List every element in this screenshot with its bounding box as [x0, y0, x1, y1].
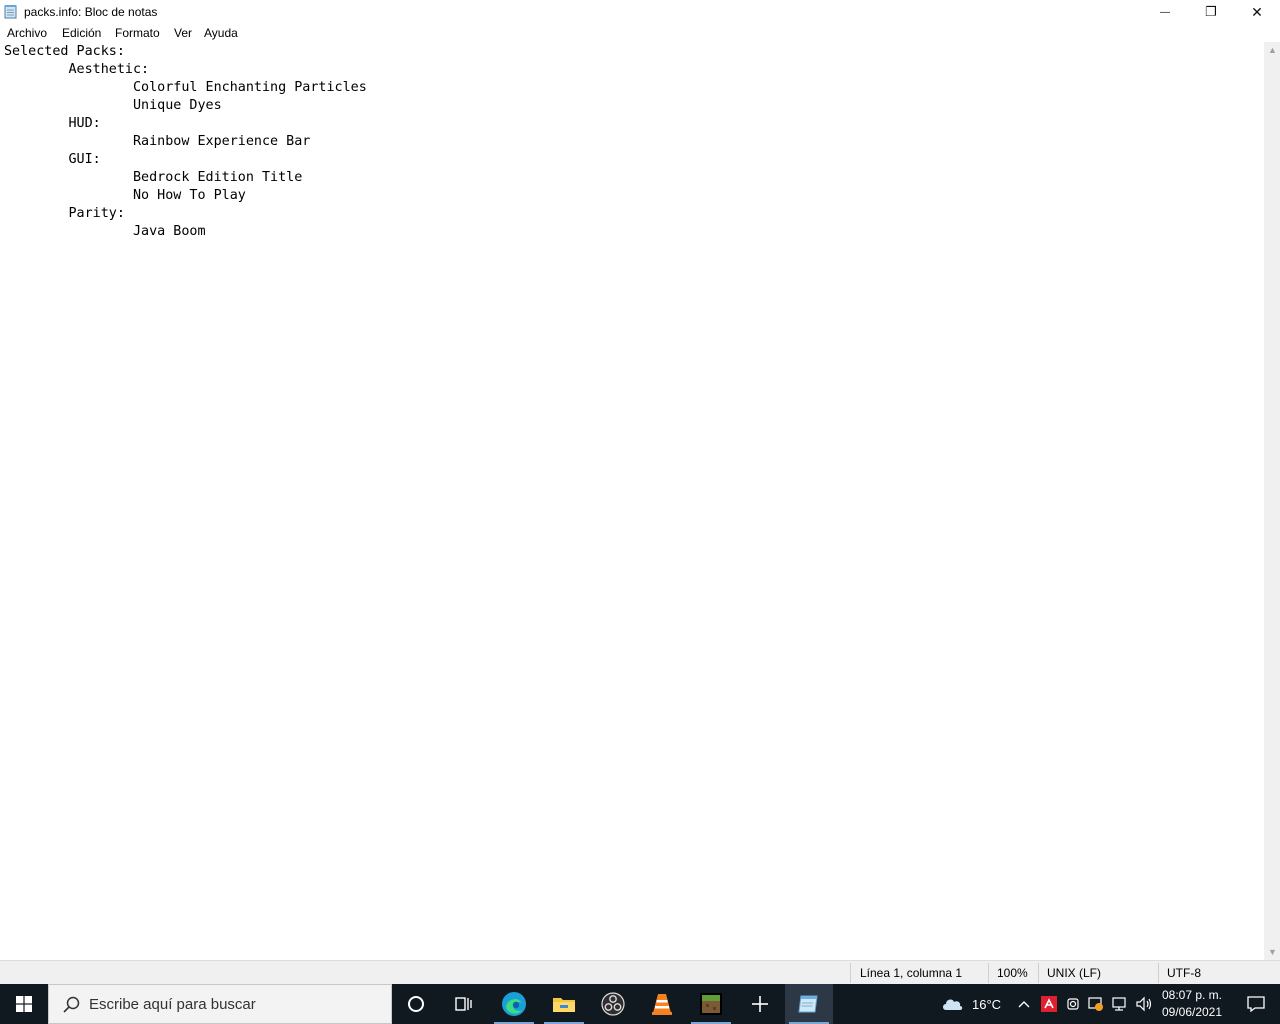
editor-line: Selected Packs:: [4, 44, 125, 59]
edge-icon: [502, 992, 526, 1016]
vertical-scrollbar[interactable]: ▲ ▼: [1264, 42, 1280, 960]
editor-line: HUD:: [4, 116, 101, 131]
tray-camera[interactable]: [1064, 984, 1082, 1024]
speaker-icon: [1136, 996, 1152, 1012]
tray-volume[interactable]: [1134, 984, 1154, 1024]
editor-line: Colorful Enchanting Particles: [4, 80, 367, 95]
cortana-button[interactable]: [392, 984, 440, 1024]
task-view-icon: [455, 997, 472, 1011]
vlc-icon: [652, 994, 672, 1015]
tray-security[interactable]: [1087, 984, 1105, 1024]
editor-line: Bedrock Edition Title: [4, 170, 303, 185]
cloud-icon: [943, 999, 963, 1010]
status-separator: [850, 963, 851, 983]
taskbar-obs[interactable]: [589, 984, 637, 1024]
editor-line: No How To Play: [4, 188, 246, 203]
add-icon: [752, 996, 768, 1012]
window-title: packs.info: Bloc de notas: [24, 5, 158, 19]
editor-line: Unique Dyes: [4, 98, 222, 113]
taskbar-clock[interactable]: 08:07 p. m. 09/06/2021: [1156, 987, 1228, 1021]
windows-logo-icon: [16, 996, 32, 1012]
search-icon: [63, 996, 80, 1013]
editor-line: Java Boom: [4, 224, 206, 239]
menu-formato[interactable]: Formato: [115, 26, 160, 40]
camera-icon: [1067, 998, 1079, 1010]
status-cursor-position: Línea 1, columna 1: [860, 966, 963, 980]
taskbar-edge[interactable]: [490, 984, 538, 1024]
status-separator: [988, 963, 989, 983]
notification-icon: [1247, 996, 1265, 1013]
taskbar-vlc[interactable]: [638, 984, 686, 1024]
status-encoding: UTF-8: [1167, 966, 1201, 980]
editor-line: Rainbow Experience Bar: [4, 134, 311, 149]
taskbar: Escribe aquí para buscar 16°C 08:07 p. m…: [0, 984, 1280, 1024]
minecraft-icon: [700, 993, 722, 1015]
minimize-icon: —: [1160, 6, 1170, 18]
start-button[interactable]: [0, 984, 48, 1024]
taskbar-search-box[interactable]: Escribe aquí para buscar: [48, 984, 392, 1024]
status-bar: Línea 1, columna 1 100% UNIX (LF) UTF-8: [0, 960, 1280, 984]
taskbar-minecraft[interactable]: [687, 984, 735, 1024]
tray-network[interactable]: [1110, 984, 1130, 1024]
clock-time: 08:07 p. m.: [1161, 988, 1223, 1002]
editor-line: Aesthetic:: [4, 62, 150, 77]
maximize-button[interactable]: ❐: [1188, 0, 1234, 24]
obs-icon: [601, 992, 625, 1016]
status-zoom: 100%: [997, 966, 1028, 980]
menu-bar: Archivo Edición Formato Ver Ayuda: [0, 24, 1280, 43]
minimize-button[interactable]: —: [1142, 0, 1188, 24]
menu-edicion[interactable]: Edición: [62, 26, 101, 40]
status-separator: [1158, 963, 1159, 983]
scroll-down-arrow-icon[interactable]: ▼: [1268, 948, 1277, 957]
network-icon: [1112, 997, 1126, 1011]
title-bar: packs.info: Bloc de notas — ❐ ✕: [0, 0, 1280, 24]
chevron-up-icon: [1018, 1001, 1030, 1008]
show-hidden-icons-button[interactable]: [1014, 984, 1034, 1024]
file-explorer-icon: [553, 998, 575, 1012]
menu-ver[interactable]: Ver: [174, 26, 192, 40]
notepad-icon: [798, 995, 818, 1013]
notepad-app-icon: [4, 5, 17, 19]
task-view-button[interactable]: [440, 984, 488, 1024]
cortana-icon: [408, 996, 424, 1012]
text-editor[interactable]: Selected Packs: Aesthetic: Colorful Ench…: [0, 42, 1264, 960]
restore-icon: ❐: [1205, 4, 1217, 19]
clock-date: 09/06/2021: [1161, 1005, 1223, 1019]
menu-archivo[interactable]: Archivo: [7, 26, 47, 40]
editor-line: GUI:: [4, 152, 101, 167]
tray-amd[interactable]: [1040, 984, 1058, 1024]
notification-center-button[interactable]: [1232, 984, 1280, 1024]
status-separator: [1038, 963, 1039, 983]
close-icon: ✕: [1251, 3, 1263, 20]
close-button[interactable]: ✕: [1234, 0, 1280, 24]
weather-temperature[interactable]: 16°C: [972, 984, 1001, 1024]
taskbar-notepad[interactable]: [785, 984, 833, 1024]
amd-icon: [1041, 996, 1057, 1012]
menu-ayuda[interactable]: Ayuda: [204, 26, 238, 40]
status-line-ending: UNIX (LF): [1047, 966, 1101, 980]
search-placeholder: Escribe aquí para buscar: [89, 996, 256, 1013]
taskbar-add[interactable]: [736, 984, 784, 1024]
editor-line: Parity:: [4, 206, 125, 221]
security-update-icon: [1088, 997, 1103, 1011]
weather-widget[interactable]: [940, 984, 964, 1024]
taskbar-file-explorer[interactable]: [540, 984, 588, 1024]
scroll-up-arrow-icon[interactable]: ▲: [1268, 46, 1277, 55]
